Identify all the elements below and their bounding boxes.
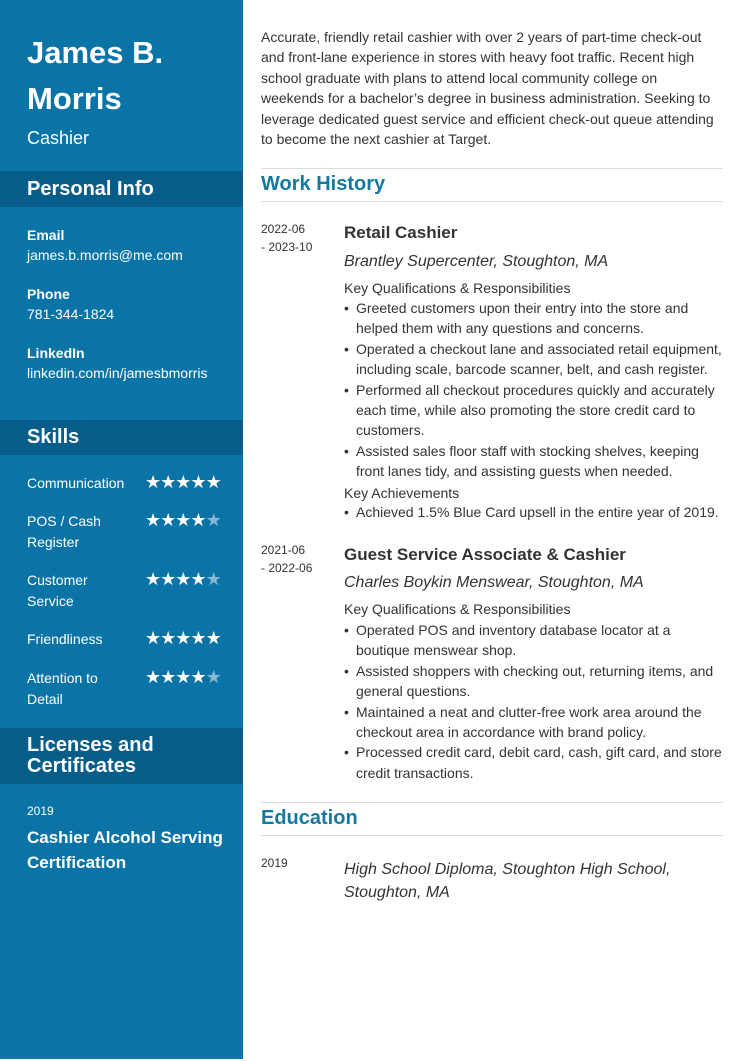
email-label: Email <box>27 227 65 243</box>
list-item: Assisted sales floor staff with stocking… <box>344 441 724 482</box>
skill-rating: ★★★★★ <box>145 628 222 648</box>
list-item: Greeted customers upon their entry into … <box>344 298 724 339</box>
skill-name: Customer Service <box>27 572 88 609</box>
divider <box>261 201 723 202</box>
responsibilities-label: Key Qualifications & Responsibilities <box>344 601 571 617</box>
star-empty-icon: ★ <box>205 569 222 589</box>
star-filled-icon: ★ <box>175 510 191 530</box>
star-filled-icon: ★ <box>175 667 191 687</box>
achievements-list: Achieved 1.5% Blue Card upsell in the en… <box>344 502 724 523</box>
skill-name: Friendliness <box>27 631 103 647</box>
skill-rating: ★★★★★ <box>145 472 222 492</box>
skill-name: Communication <box>27 475 125 491</box>
education-year: 2019 <box>261 856 288 870</box>
certificate-year: 2019 <box>27 804 54 818</box>
list-item: Performed all checkout procedures quickl… <box>344 380 724 441</box>
list-item: Achieved 1.5% Blue Card upsell in the en… <box>344 502 724 523</box>
job-company: Brantley Supercenter, Stoughton, MA <box>344 253 609 270</box>
job-title: Guest Service Associate & Cashier <box>344 545 626 564</box>
star-filled-icon: ★ <box>175 569 191 589</box>
star-filled-icon: ★ <box>160 667 176 687</box>
responsibilities-list: Operated POS and inventory database loca… <box>344 620 724 783</box>
job-company: Charles Boykin Menswear, Stoughton, MA <box>344 574 644 591</box>
star-empty-icon: ★ <box>205 510 222 530</box>
star-filled-icon: ★ <box>145 628 161 648</box>
candidate-name: James B. Morris <box>27 35 164 116</box>
personal-info-heading: Personal Info <box>0 171 243 207</box>
responsibilities-list: Greeted customers upon their entry into … <box>344 298 724 482</box>
star-filled-icon: ★ <box>160 472 176 492</box>
summary: Accurate, friendly retail cashier with o… <box>261 29 714 148</box>
skill-name: Attention to Detail <box>27 670 98 707</box>
education-heading: Education <box>261 807 358 829</box>
divider <box>261 168 723 169</box>
achievements-label: Key Achievements <box>344 485 460 501</box>
divider <box>261 835 723 836</box>
linkedin-label: LinkedIn <box>27 345 85 361</box>
star-filled-icon: ★ <box>145 667 161 687</box>
list-item: Processed credit card, debit card, cash,… <box>344 742 724 783</box>
email-value[interactable]: james.b.morris@me.com <box>27 247 183 263</box>
skill-rating: ★★★★★ <box>145 569 222 589</box>
education-degree: High School Diploma, Stoughton High Scho… <box>344 861 671 901</box>
star-filled-icon: ★ <box>190 569 206 589</box>
work-history-heading: Work History <box>261 173 386 195</box>
list-item: Operated POS and inventory database loca… <box>344 620 724 661</box>
star-filled-icon: ★ <box>160 569 176 589</box>
star-filled-icon: ★ <box>175 628 191 648</box>
list-item: Assisted shoppers with checking out, ret… <box>344 661 724 702</box>
star-filled-icon: ★ <box>190 510 206 530</box>
job-date-start: 2022-06 <box>261 222 306 236</box>
star-filled-icon: ★ <box>160 628 176 648</box>
list-item: Maintained a neat and clutter-free work … <box>344 702 724 743</box>
star-filled-icon: ★ <box>145 510 161 530</box>
phone-label: Phone <box>27 286 70 302</box>
job-date-end: - 2022-06 <box>261 561 313 575</box>
star-filled-icon: ★ <box>205 628 222 648</box>
star-empty-icon: ★ <box>205 667 222 687</box>
linkedin-value[interactable]: linkedin.com/in/jamesbmorris <box>27 365 208 381</box>
skill-rating: ★★★★★ <box>145 510 222 530</box>
star-filled-icon: ★ <box>145 569 161 589</box>
job-title: Retail Cashier <box>344 223 458 242</box>
star-filled-icon: ★ <box>190 472 206 492</box>
skills-heading: Skills <box>0 420 243 455</box>
list-item: Operated a checkout lane and associated … <box>344 339 724 380</box>
star-filled-icon: ★ <box>160 510 176 530</box>
responsibilities-label: Key Qualifications & Responsibilities <box>344 280 571 296</box>
star-filled-icon: ★ <box>190 667 206 687</box>
certificate-name: Cashier Alcohol Serving Certification <box>27 828 223 872</box>
job-date-start: 2021-06 <box>261 543 306 557</box>
skill-rating: ★★★★★ <box>145 667 222 687</box>
divider <box>261 802 723 803</box>
licenses-heading: Licenses and Certificates <box>0 728 243 784</box>
star-filled-icon: ★ <box>190 628 206 648</box>
star-filled-icon: ★ <box>145 472 161 492</box>
sidebar: James B. Morris Cashier Personal Info Em… <box>0 0 243 1059</box>
skill-name: POS / Cash Register <box>27 513 101 550</box>
star-filled-icon: ★ <box>205 472 222 492</box>
job-date-end: - 2023-10 <box>261 240 313 254</box>
star-filled-icon: ★ <box>175 472 191 492</box>
phone-value[interactable]: 781-344-1824 <box>27 306 114 322</box>
candidate-title: Cashier <box>27 128 90 148</box>
